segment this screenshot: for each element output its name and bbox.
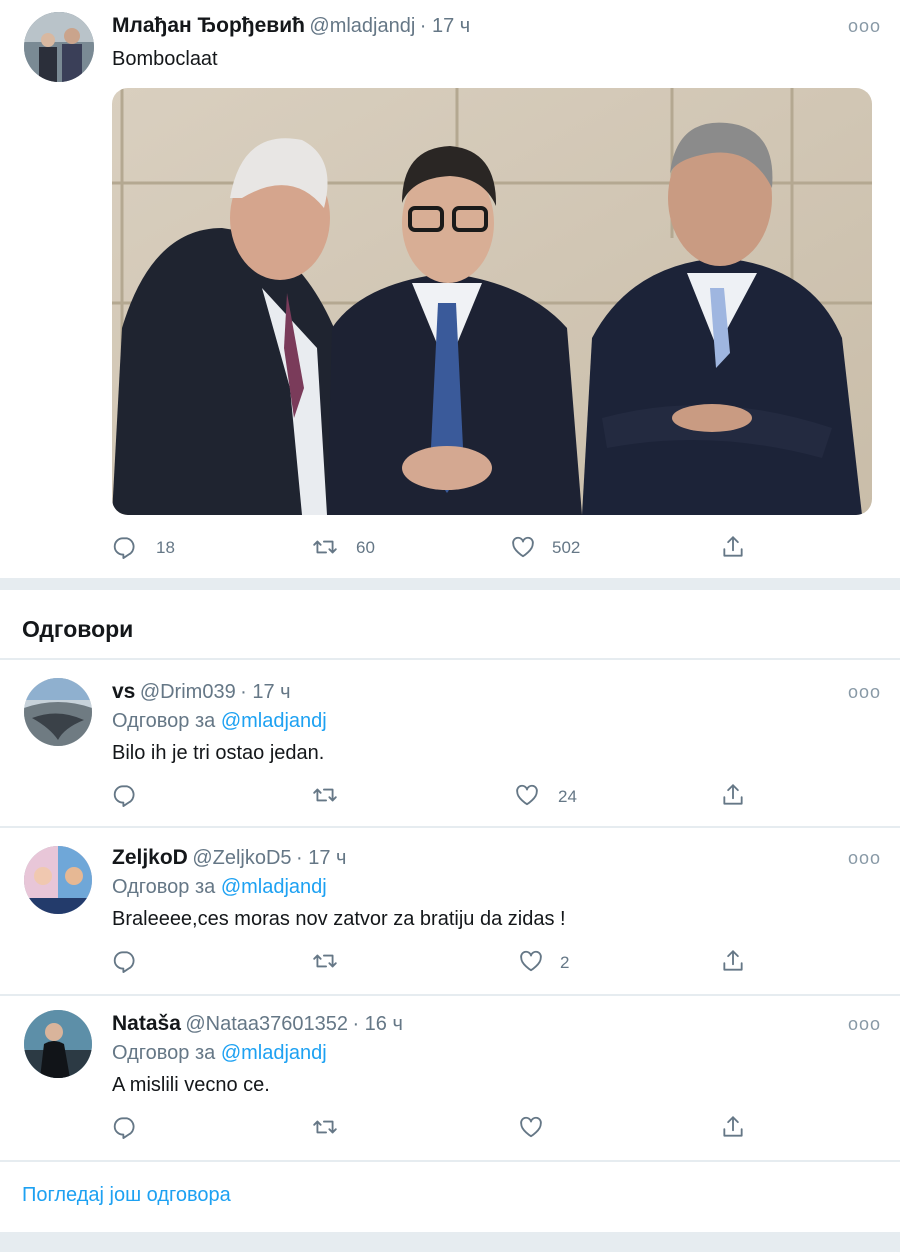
- heart-icon[interactable]: [510, 534, 536, 560]
- tweet-text: A mislili vecno ce.: [112, 1074, 270, 1096]
- more-icon[interactable]: ooo: [848, 848, 881, 869]
- reply-icon[interactable]: [112, 534, 138, 560]
- heart-icon[interactable]: [514, 782, 540, 808]
- author-name[interactable]: Млађан Ђорђевић: [112, 14, 305, 37]
- avatar-image: [24, 846, 92, 914]
- reply-icon[interactable]: [112, 1114, 138, 1140]
- mention-link[interactable]: @mladjandj: [221, 710, 327, 732]
- show-more-replies-link[interactable]: Погледај још одговора: [22, 1184, 231, 1207]
- avatar[interactable]: [24, 12, 94, 82]
- tweet-text: Bomboclaat: [112, 48, 218, 70]
- tweet-time[interactable]: · 16 ч: [352, 1013, 402, 1035]
- more-icon[interactable]: ooo: [848, 16, 881, 37]
- avatar[interactable]: [24, 1010, 92, 1078]
- photo-image: [112, 88, 872, 515]
- tweet-text: Braleeee,ces moras nov zatvor za bratiju…: [112, 908, 566, 930]
- replies-heading: Одговори: [22, 616, 134, 642]
- tweet-time[interactable]: · 17 ч: [420, 15, 470, 37]
- share-icon[interactable]: [720, 782, 746, 808]
- avatar-image: [24, 678, 92, 746]
- avatar-image: [24, 12, 94, 82]
- reply-prefix: Одговор за: [112, 710, 216, 732]
- avatar-image: [24, 1010, 92, 1078]
- tweet-time[interactable]: · 17 ч: [240, 681, 290, 703]
- author-handle[interactable]: @ZeljkoD5: [192, 847, 291, 869]
- author-name[interactable]: ZeljkoD: [112, 846, 188, 869]
- author-handle[interactable]: @Drim039: [140, 681, 236, 703]
- retweet-icon[interactable]: [312, 782, 338, 808]
- reply-icon[interactable]: [112, 782, 138, 808]
- share-icon[interactable]: [720, 1114, 746, 1140]
- tweet-text: Bilo ih je tri ostao jedan.: [112, 742, 325, 764]
- mention-link[interactable]: @mladjandj: [221, 876, 327, 898]
- section-divider: [0, 1232, 900, 1252]
- retweet-icon[interactable]: [312, 948, 338, 974]
- like-count: 2: [560, 953, 570, 972]
- reply-count: 18: [156, 538, 175, 557]
- more-icon[interactable]: ooo: [848, 1014, 881, 1035]
- share-icon[interactable]: [720, 948, 746, 974]
- tweet-photo[interactable]: [112, 88, 872, 515]
- author-handle[interactable]: @mladjandj: [309, 15, 415, 37]
- like-count: 502: [552, 538, 581, 557]
- heart-icon[interactable]: [518, 948, 544, 974]
- like-count: 24: [558, 787, 577, 806]
- section-divider: [0, 578, 900, 590]
- more-icon[interactable]: ooo: [848, 682, 881, 703]
- reply-prefix: Одговор за: [112, 1042, 216, 1064]
- divider: [0, 658, 900, 660]
- mention-link[interactable]: @mladjandj: [221, 1042, 327, 1064]
- author-handle[interactable]: @Nataa37601352: [185, 1013, 348, 1035]
- divider: [0, 994, 900, 996]
- avatar[interactable]: [24, 846, 92, 914]
- reply-icon[interactable]: [112, 948, 138, 974]
- author-name[interactable]: Nataša: [112, 1012, 181, 1035]
- retweet-icon[interactable]: [312, 1114, 338, 1140]
- retweet-count: 60: [356, 538, 375, 557]
- share-icon[interactable]: [720, 534, 746, 560]
- divider: [0, 1160, 900, 1162]
- retweet-icon[interactable]: [312, 534, 338, 560]
- tweet-time[interactable]: · 17 ч: [296, 847, 346, 869]
- heart-icon[interactable]: [518, 1114, 544, 1140]
- divider: [0, 826, 900, 828]
- reply-prefix: Одговор за: [112, 876, 216, 898]
- author-name[interactable]: vs: [112, 680, 135, 703]
- avatar[interactable]: [24, 678, 92, 746]
